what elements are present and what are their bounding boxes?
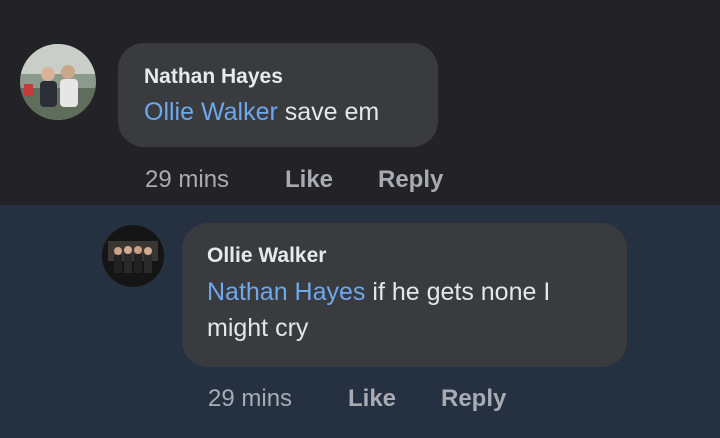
reply-comment: Ollie Walker Nathan Hayes if he gets non… — [0, 205, 720, 438]
like-button[interactable]: Like — [285, 166, 333, 194]
comment-text: Nathan Hayes if he gets none I might cry — [207, 274, 607, 346]
reply-button[interactable]: Reply — [441, 385, 506, 413]
comment-timestamp[interactable]: 29 mins — [208, 385, 292, 413]
mention-link[interactable]: Ollie Walker — [144, 98, 278, 126]
comment-bubble: Nathan Hayes Ollie Walker save em — [118, 43, 438, 147]
reply-button[interactable]: Reply — [378, 166, 443, 194]
like-button[interactable]: Like — [348, 385, 396, 413]
comment-author[interactable]: Nathan Hayes — [144, 65, 283, 89]
comment-author[interactable]: Ollie Walker — [207, 244, 326, 268]
avatar[interactable] — [20, 44, 96, 120]
comment-text: Ollie Walker save em — [144, 94, 379, 130]
comment: Nathan Hayes Ollie Walker save em 29 min… — [0, 0, 720, 205]
avatar[interactable] — [102, 225, 164, 287]
mention-link[interactable]: Nathan Hayes — [207, 278, 365, 306]
comment-body: save em — [277, 98, 380, 126]
comment-timestamp[interactable]: 29 mins — [145, 166, 229, 194]
comment-bubble: Ollie Walker Nathan Hayes if he gets non… — [182, 223, 627, 367]
